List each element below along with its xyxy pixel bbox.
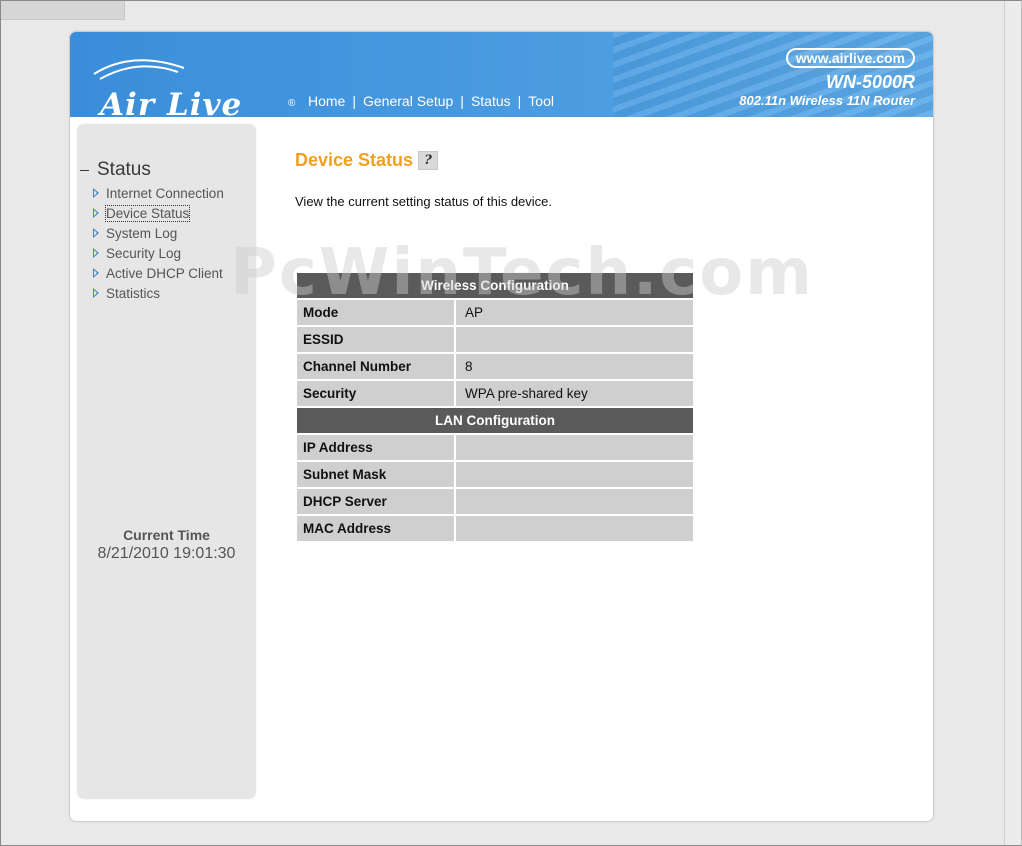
sidebar-item-security-log[interactable]: Security Log [93, 243, 224, 263]
device-status-table: Wireless Configuration Mode AP ESSID Cha… [297, 271, 693, 543]
sidebar-item-statistics[interactable]: Statistics [93, 283, 224, 303]
row-key: MAC Address [297, 516, 456, 541]
sidebar-item-label: System Log [106, 225, 178, 241]
sidebar-item-active-dhcp-client[interactable]: Active DHCP Client [93, 263, 224, 283]
product-branding: www.airlive.com WN-5000R 802.11n Wireles… [739, 48, 915, 109]
sidebar-item-label: Device Status [104, 204, 191, 222]
table-section-header: LAN Configuration [297, 408, 693, 433]
sidebar-item-label: Internet Connection [106, 185, 224, 201]
row-key: Security [297, 381, 456, 406]
row-key: ESSID [297, 327, 456, 352]
model-name: WN-5000R [825, 72, 915, 92]
nav-home[interactable]: Home [308, 93, 345, 109]
sidebar-item-system-log[interactable]: System Log [93, 223, 224, 243]
browser-tab-strip [0, 0, 125, 20]
sidebar-item-label: Active DHCP Client [106, 265, 223, 281]
row-value: WPA pre-shared key [456, 381, 693, 406]
row-key: DHCP Server [297, 489, 456, 514]
table-row: Mode AP [297, 300, 693, 325]
table-row: DHCP Server [297, 489, 693, 514]
help-icon[interactable]: ? [418, 151, 439, 170]
row-key: Subnet Mask [297, 462, 456, 487]
main-content: Device Status ? View the current setting… [295, 150, 915, 209]
nav-separator: | [352, 93, 356, 109]
table-row: Subnet Mask [297, 462, 693, 487]
nav-status[interactable]: Status [471, 93, 511, 109]
table-row: ESSID [297, 327, 693, 352]
triangle-right-icon [93, 248, 99, 258]
page-description: View the current setting status of this … [295, 194, 553, 209]
nav-separator: | [517, 93, 522, 109]
wireless-config-header: Wireless Configuration [297, 273, 693, 298]
site-url-badge: www.airlive.com [785, 48, 915, 68]
triangle-right-icon [93, 288, 99, 298]
triangle-right-icon [93, 228, 99, 238]
sidebar-item-device-status[interactable]: Device Status [93, 203, 224, 223]
product-tagline: 802.11n Wireless 11N Router [739, 93, 915, 108]
table-row: Security WPA pre-shared key [297, 381, 693, 406]
registered-mark: ® [288, 98, 296, 109]
router-page: Air Live ® Home | General Setup | Status… [70, 32, 933, 821]
row-value [456, 489, 693, 514]
lan-config-header: LAN Configuration [297, 408, 693, 433]
sidebar-section-status[interactable]: Status [80, 159, 151, 181]
collapse-minus-icon[interactable] [80, 169, 89, 171]
row-value: AP [456, 300, 693, 325]
current-time-value: 8/21/2010 19:01:30 [97, 545, 236, 562]
row-value [456, 435, 693, 460]
table-row: MAC Address [297, 516, 693, 541]
sidebar-item-label: Statistics [106, 285, 161, 301]
sidebar-item-internet-connection[interactable]: Internet Connection [93, 183, 224, 203]
sidebar-section-title: Status [97, 159, 151, 180]
row-key: Channel Number [297, 354, 456, 379]
triangle-right-icon [93, 188, 99, 198]
row-value [456, 516, 693, 541]
scrollbar-track[interactable] [1004, 0, 1022, 846]
row-value: 8 [456, 354, 693, 379]
row-key: IP Address [297, 435, 456, 460]
logo-text: Air Live [100, 87, 243, 118]
table-section-header: Wireless Configuration [297, 273, 693, 298]
top-nav: Home | General Setup | Status | Tool [308, 91, 554, 111]
row-value [456, 462, 693, 487]
nav-tool[interactable]: Tool [528, 93, 554, 109]
header-banner: Air Live ® Home | General Setup | Status… [70, 32, 933, 117]
sidebar-menu: Internet Connection Device Status System… [93, 183, 224, 303]
page-title-text: Device Status [295, 150, 414, 170]
row-value [456, 327, 693, 352]
page-title: Device Status ? [295, 150, 915, 171]
row-key: Mode [297, 300, 456, 325]
triangle-right-icon [93, 208, 99, 218]
current-time-block: Current Time 8/21/2010 19:01:30 [78, 527, 255, 563]
current-time-label: Current Time [123, 527, 210, 543]
table-row: Channel Number 8 [297, 354, 693, 379]
table-row: IP Address [297, 435, 693, 460]
sidebar: Status Internet Connection Device Status… [78, 125, 255, 798]
sidebar-item-label: Security Log [106, 245, 182, 261]
nav-general-setup[interactable]: General Setup [363, 93, 453, 109]
airlive-logo: Air Live ® [92, 52, 295, 117]
nav-separator: | [460, 93, 464, 109]
triangle-right-icon [93, 268, 99, 278]
